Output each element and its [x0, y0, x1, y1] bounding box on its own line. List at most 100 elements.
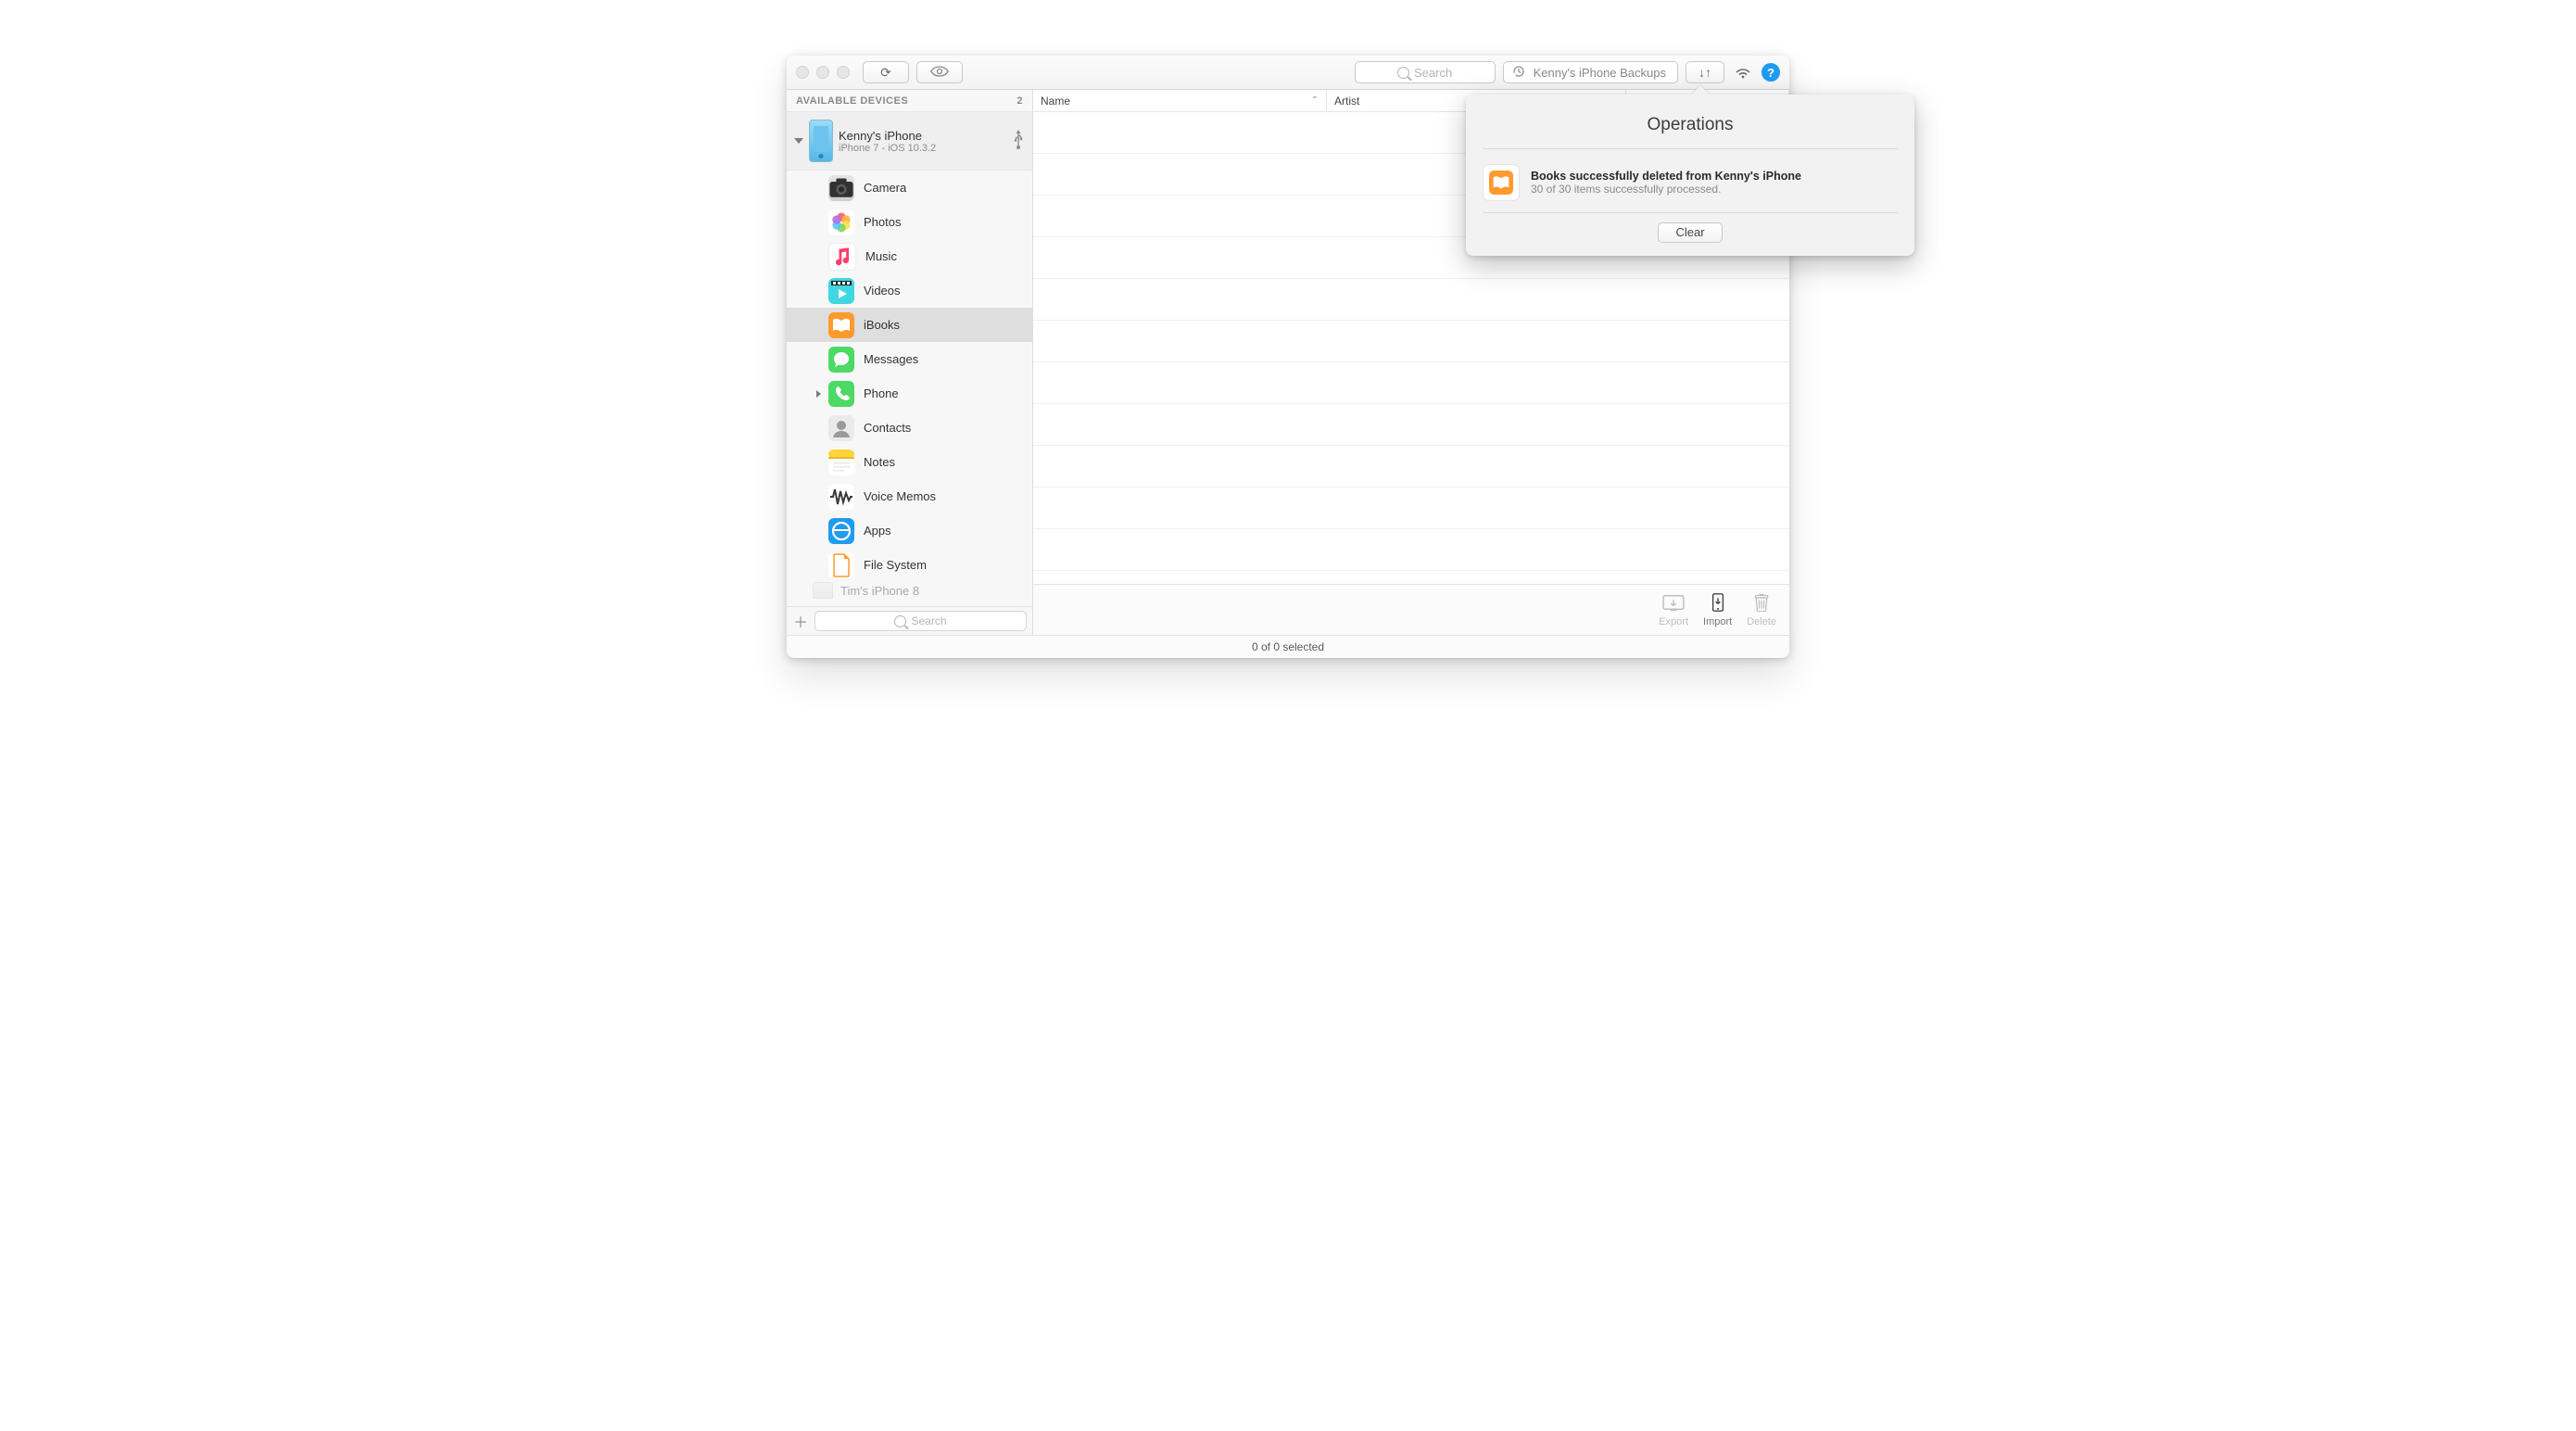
- action-label: Export: [1659, 616, 1688, 627]
- filesystem-icon: [828, 552, 854, 578]
- help-button[interactable]: ?: [1762, 63, 1780, 82]
- usb-icon: [1012, 130, 1025, 153]
- search-icon: [894, 615, 906, 627]
- quicklook-button[interactable]: [916, 61, 963, 83]
- sidebar-item-camera[interactable]: Camera: [787, 171, 1032, 205]
- notes-icon: [828, 450, 854, 475]
- device-icon: [809, 120, 833, 162]
- search-icon: [1397, 67, 1409, 79]
- action-label: Delete: [1747, 616, 1776, 627]
- toolbar-search-input[interactable]: Search: [1355, 61, 1496, 83]
- chevron-down-icon[interactable]: [794, 138, 803, 144]
- sidebar-item-label: Music: [865, 249, 897, 263]
- action-label: Import: [1703, 616, 1732, 627]
- popover-title: Operations: [1483, 115, 1898, 135]
- sidebar-item-photos[interactable]: Photos: [787, 205, 1032, 239]
- help-icon: ?: [1767, 66, 1774, 80]
- sidebar-nav: Camera Photos Music: [787, 171, 1032, 606]
- zoom-window-icon[interactable]: [837, 66, 850, 79]
- wifi-icon: [1734, 62, 1752, 83]
- sidebar-item-label: File System: [864, 558, 927, 572]
- plus-icon: ＋: [793, 610, 808, 632]
- refresh-button[interactable]: ⟳: [863, 61, 909, 83]
- sidebar-item-label: Notes: [864, 455, 895, 469]
- sidebar-item-contacts[interactable]: Contacts: [787, 411, 1032, 445]
- sidebar-item-label: Phone: [864, 386, 899, 400]
- table-row: [1033, 279, 1789, 321]
- videos-icon: [828, 278, 854, 304]
- sidebar-item-label: Camera: [864, 181, 906, 195]
- ibooks-icon: [1483, 164, 1520, 201]
- table-row: [1033, 404, 1789, 446]
- apps-icon: [828, 518, 854, 544]
- device-row[interactable]: Kenny's iPhone iPhone 7 - iOS 10.3.2: [787, 112, 1032, 171]
- table-row: [1033, 446, 1789, 488]
- sidebar-item-apps[interactable]: Apps: [787, 513, 1032, 548]
- operation-entry: Books successfully deleted from Kenny's …: [1483, 158, 1898, 212]
- sidebar-item-label: Tim's iPhone 8: [840, 584, 919, 598]
- import-icon: [1707, 593, 1729, 614]
- sidebar-item-phone[interactable]: Phone: [787, 376, 1032, 411]
- sidebar-item-music[interactable]: Music: [787, 239, 1032, 273]
- device-count: 2: [1017, 95, 1023, 107]
- table-row: [1033, 488, 1789, 529]
- wifi-button[interactable]: [1732, 62, 1754, 82]
- sidebar-item-messages[interactable]: Messages: [787, 342, 1032, 376]
- refresh-icon: ⟳: [880, 65, 891, 81]
- sidebar-item-videos[interactable]: Videos: [787, 273, 1032, 308]
- window-controls: [796, 66, 850, 79]
- music-icon: [828, 243, 856, 271]
- delete-button[interactable]: Delete: [1747, 593, 1776, 627]
- table-row: [1033, 529, 1789, 571]
- add-button[interactable]: ＋: [792, 613, 809, 629]
- divider: [1483, 212, 1898, 213]
- minimize-window-icon[interactable]: [816, 66, 829, 79]
- sort-indicator-icon: ⌃: [1311, 95, 1319, 106]
- divider: [1483, 148, 1898, 149]
- sidebar-item-device-partial[interactable]: Tim's iPhone 8: [787, 582, 1032, 599]
- toolbar-search-placeholder: Search: [1414, 66, 1452, 80]
- sidebar-item-label: Apps: [864, 524, 891, 538]
- sidebar-item-voicememos[interactable]: Voice Memos: [787, 479, 1032, 513]
- device-name: Kenny's iPhone: [839, 129, 936, 143]
- import-button[interactable]: Import: [1703, 593, 1732, 627]
- device-icon: [813, 582, 833, 599]
- sidebar-header-label: Available Devices: [796, 95, 908, 107]
- device-subtitle: iPhone 7 - iOS 10.3.2: [839, 143, 936, 154]
- messages-icon: [828, 347, 854, 373]
- operations-popover: Operations Books successfully deleted fr…: [1466, 95, 1914, 256]
- sidebar-item-label: Messages: [864, 352, 918, 366]
- sidebar-item-label: Videos: [864, 284, 901, 298]
- photos-icon: [828, 209, 854, 235]
- close-window-icon[interactable]: [796, 66, 809, 79]
- contacts-icon: [828, 415, 854, 441]
- sidebar-search-input[interactable]: Search: [814, 611, 1027, 631]
- table-row: [1033, 571, 1789, 584]
- sidebar-item-label: Contacts: [864, 421, 911, 435]
- backups-label: Kenny's iPhone Backups: [1534, 66, 1666, 80]
- table-row: [1033, 321, 1789, 362]
- toolbar: ⟳ Search Kenny's iPhone Backups ↓↑: [787, 56, 1789, 90]
- column-header-name[interactable]: Name ⌃: [1033, 90, 1327, 111]
- backups-button[interactable]: Kenny's iPhone Backups: [1503, 61, 1678, 83]
- action-bar: Export Import Delete: [1033, 584, 1789, 635]
- sidebar-item-label: Photos: [864, 215, 901, 229]
- table-row: [1033, 362, 1789, 404]
- chevron-right-icon[interactable]: [816, 390, 821, 398]
- operation-title: Books successfully deleted from Kenny's …: [1531, 170, 1801, 183]
- sidebar: Available Devices 2 Kenny's iPhone iPhon…: [787, 90, 1033, 635]
- sidebar-item-ibooks[interactable]: iBooks: [787, 308, 1032, 342]
- column-label: Name: [1041, 95, 1070, 108]
- status-bar: 0 of 0 selected: [787, 635, 1789, 658]
- ibooks-icon: [828, 312, 854, 338]
- sidebar-item-filesystem[interactable]: File System: [787, 548, 1032, 582]
- clear-button[interactable]: Clear: [1658, 222, 1722, 243]
- sidebar-item-label: Voice Memos: [864, 489, 936, 503]
- export-button[interactable]: Export: [1659, 593, 1688, 627]
- sidebar-search-placeholder: Search: [911, 614, 946, 627]
- sidebar-item-notes[interactable]: Notes: [787, 445, 1032, 479]
- sidebar-footer: ＋ Search: [787, 606, 1032, 635]
- sidebar-header: Available Devices 2: [787, 90, 1032, 112]
- transfer-button[interactable]: ↓↑: [1686, 61, 1724, 83]
- phone-icon: [828, 381, 854, 407]
